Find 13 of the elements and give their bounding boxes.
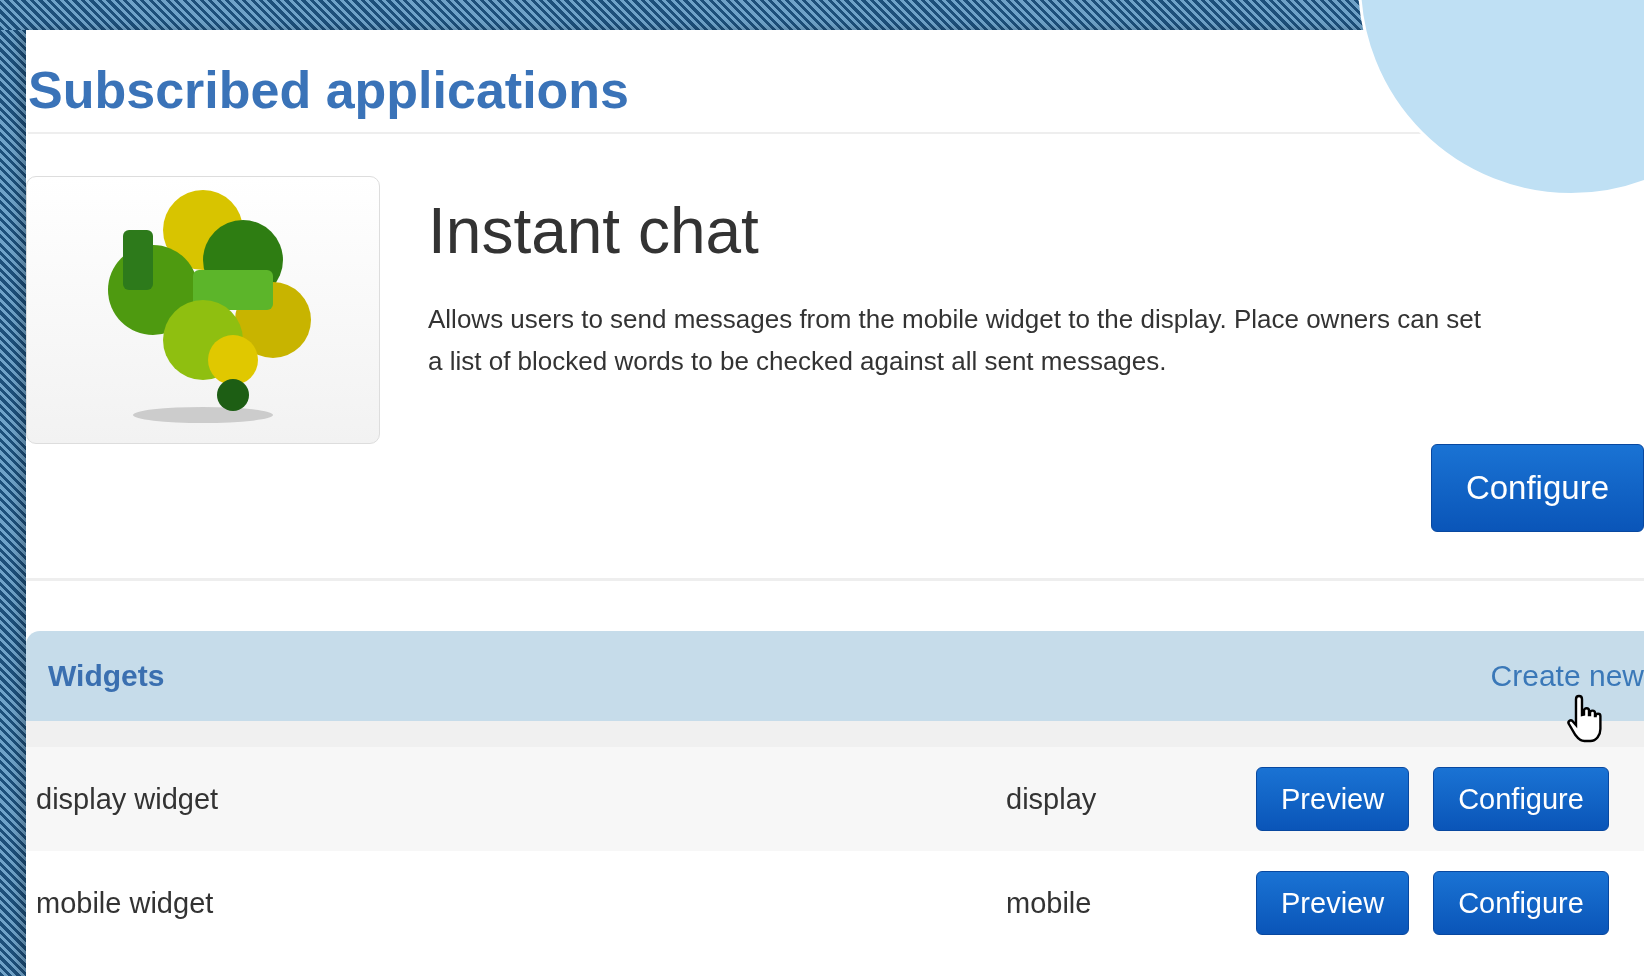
widgets-heading: Widgets: [48, 659, 165, 693]
create-new-link[interactable]: Create new: [1490, 659, 1644, 693]
configure-button[interactable]: Configure: [1433, 871, 1609, 935]
widget-type: display: [1006, 782, 1098, 816]
app-name: Instant chat: [428, 194, 760, 268]
preview-button[interactable]: Preview: [1256, 871, 1410, 935]
widget-name: display widget: [36, 782, 220, 816]
app-description: Allows users to send messages from the mobile widget to the display. Place owners can set a list of blocked words to be checked against all sent messages.: [428, 303, 1483, 378]
widget-name: mobile widget: [36, 886, 215, 920]
configure-button[interactable]: Configure: [1433, 767, 1609, 831]
configure-button[interactable]: Configure: [1430, 444, 1644, 532]
preview-button[interactable]: Preview: [1256, 767, 1410, 831]
widget-type: mobile: [1006, 886, 1093, 920]
